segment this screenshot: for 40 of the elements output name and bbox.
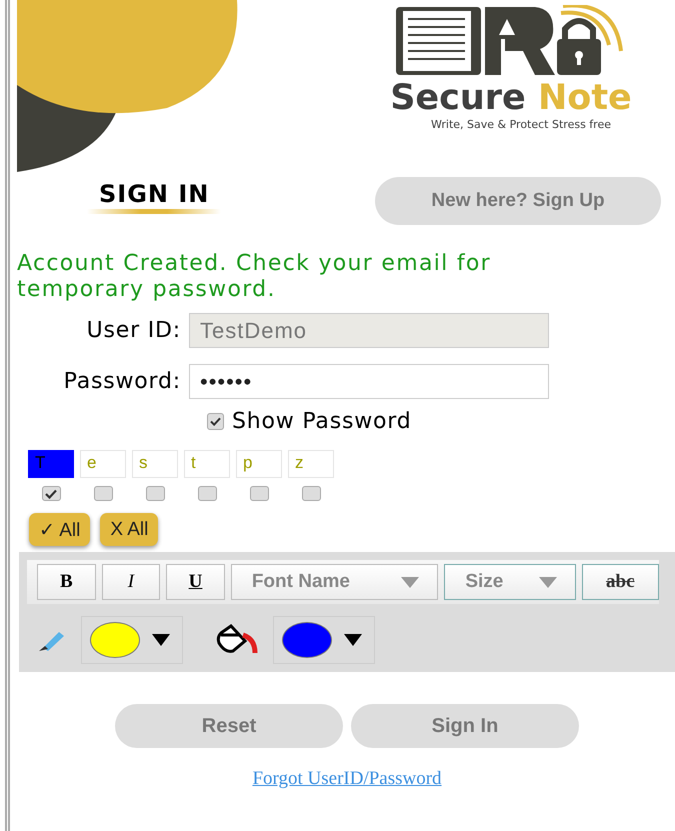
reset-button[interactable]: Reset (115, 704, 343, 748)
italic-button[interactable]: I (102, 564, 160, 600)
uncheck-all-button[interactable]: X All (100, 513, 158, 546)
character-checkbox[interactable] (94, 486, 112, 501)
show-password-checkbox[interactable] (207, 413, 224, 430)
character-box[interactable]: t (184, 450, 230, 478)
strikethrough-button[interactable]: abc (582, 564, 659, 600)
character-box[interactable]: p (236, 450, 282, 478)
field-label: Password: (64, 369, 182, 394)
forgot-credentials-link[interactable]: Forgot UserID/Password (252, 768, 442, 790)
underline-button[interactable]: U (166, 564, 225, 600)
field-label: User ID: (86, 318, 182, 343)
font-size-dropdown[interactable]: Size (444, 564, 576, 600)
dropdown-arrow-icon[interactable] (152, 634, 170, 646)
color-picker[interactable] (273, 616, 375, 664)
character-box[interactable]: z (288, 450, 334, 478)
show-password-label: Show Password (232, 409, 412, 434)
check-all-button[interactable]: ✓ All (29, 513, 90, 546)
app-tagline: Write, Save & Protect Stress free (431, 118, 611, 131)
character-box[interactable]: e (80, 450, 126, 478)
checkmark-icon (210, 417, 221, 426)
sign-up-button[interactable]: New here? Sign Up (375, 177, 661, 225)
sign-in-button[interactable]: Sign In (351, 704, 579, 748)
character-checkbox[interactable] (302, 486, 320, 501)
character-checkbox[interactable] (146, 486, 164, 501)
bold-button[interactable]: B (37, 564, 96, 600)
checkmark-icon (45, 488, 57, 498)
font-name-dropdown[interactable]: Font Name (230, 564, 438, 600)
character-box[interactable]: T (28, 450, 74, 478)
color-picker[interactable] (81, 616, 183, 664)
status-message: Account Created. Check your email for temporary password. (17, 251, 492, 303)
character-checkbox[interactable] (250, 486, 268, 501)
character-checkbox[interactable] (198, 486, 216, 501)
app-name: Secure Note (390, 81, 632, 116)
dropdown-arrow-icon (401, 576, 420, 588)
character-box[interactable]: s (132, 450, 178, 478)
dropdown-arrow-icon (538, 576, 557, 588)
character-checkbox[interactable] (42, 486, 60, 501)
password-field[interactable]: •••••• (189, 364, 549, 399)
dropdown-arrow-icon[interactable] (344, 634, 362, 646)
